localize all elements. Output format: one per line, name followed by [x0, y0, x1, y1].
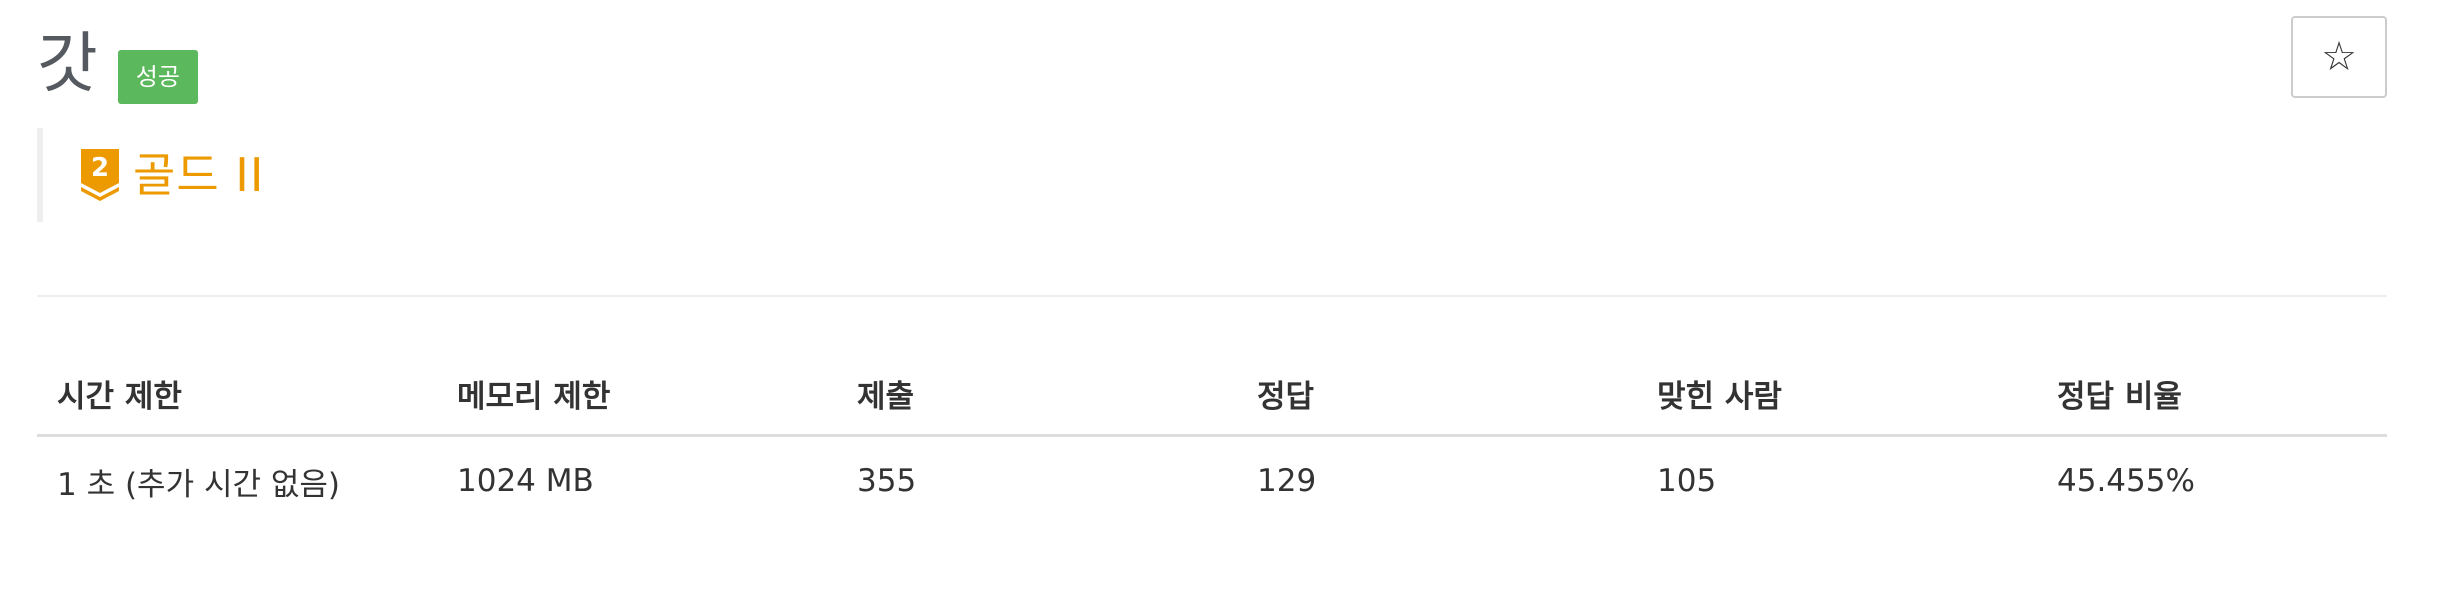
cell-accept-ratio: 45.455% — [2057, 463, 2195, 499]
star-icon: ☆ — [2321, 34, 2357, 80]
tier-blockquote: 2 골드 II — [37, 128, 837, 222]
cell-accepted: 129 — [1257, 463, 1317, 499]
cell-submissions: 355 — [857, 463, 917, 499]
header-solvers: 맞힌 사람 — [1637, 352, 2037, 437]
table-header-row: 시간 제한 메모리 제한 제출 정답 맞힌 사람 정답 비율 — [37, 352, 2387, 437]
title-row: 갓 성공 — [37, 22, 198, 104]
status-badge: 성공 — [117, 50, 198, 104]
table-row: 1 초 (추가 시간 없음) 1024 MB 355 129 105 45.45… — [37, 436, 2387, 526]
section-divider — [37, 295, 2387, 297]
cell-time-limit: 1 초 (추가 시간 없음) — [57, 466, 340, 503]
problem-info-table: 시간 제한 메모리 제한 제출 정답 맞힌 사람 정답 비율 1 초 (추가 시… — [37, 352, 2387, 525]
problem-page: 갓 성공 ☆ 2 골드 II 시간 제한 메모리 제한 제출 정답 맞힌 사람 … — [37, 0, 2387, 606]
header-accept-ratio: 정답 비율 — [2037, 352, 2387, 437]
header-time-limit: 시간 제한 — [37, 352, 437, 437]
header-memory-limit: 메모리 제한 — [437, 352, 837, 437]
tier-icon-number: 2 — [91, 153, 109, 183]
gold-tier-2-icon: 2 — [81, 149, 119, 201]
header-submissions: 제출 — [837, 352, 1237, 437]
cell-memory-limit: 1024 MB — [457, 463, 594, 499]
problem-title: 갓 — [37, 25, 98, 102]
tier-label: 골드 II — [133, 148, 265, 202]
favorite-star-button[interactable]: ☆ — [2291, 16, 2387, 98]
header-accepted: 정답 — [1237, 352, 1637, 437]
cell-solvers: 105 — [1657, 463, 1717, 499]
